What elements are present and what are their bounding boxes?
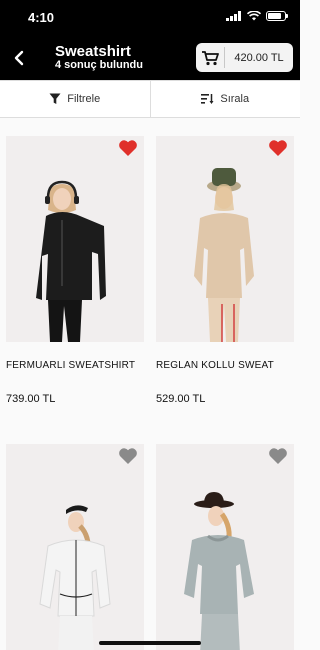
- battery-icon: [266, 11, 288, 21]
- favorite-heart-icon[interactable]: [118, 447, 138, 465]
- sort-button[interactable]: Sırala: [149, 81, 301, 117]
- product-image[interactable]: [6, 444, 144, 650]
- filter-icon: [49, 93, 61, 104]
- filter-label: Filtrele: [67, 93, 101, 105]
- product-image[interactable]: [6, 136, 144, 342]
- home-indicator: [99, 641, 201, 645]
- favorite-heart-icon[interactable]: [268, 139, 288, 157]
- product-card[interactable]: REGLAN KOLLU SWEAT 529.00 TL: [156, 136, 294, 405]
- cart-total: 420.00 TL: [234, 51, 284, 64]
- back-button[interactable]: [8, 47, 30, 69]
- sort-label: Sırala: [220, 93, 250, 105]
- product-image[interactable]: [156, 444, 294, 650]
- favorite-heart-icon[interactable]: [118, 139, 138, 157]
- product-photo: [39, 505, 111, 650]
- status-icons: [226, 11, 288, 21]
- product-price: 529.00 TL: [156, 393, 206, 405]
- app-header: Sweatshirt 4 sonuç bulundu 420.00 TL: [0, 36, 300, 80]
- product-photo: [36, 180, 106, 342]
- result-count: 4 sonuç bulundu: [55, 59, 143, 71]
- sort-icon: [201, 94, 214, 104]
- product-name[interactable]: REGLAN KOLLU SWEAT: [156, 360, 294, 371]
- product-card[interactable]: [156, 444, 294, 650]
- product-name[interactable]: FERMUARLI SWEATSHIRT: [6, 360, 144, 371]
- filter-sort-bar: Filtrele Sırala: [0, 80, 300, 118]
- filter-button[interactable]: Filtrele: [0, 81, 150, 117]
- product-photo: [194, 168, 254, 342]
- product-image[interactable]: [156, 136, 294, 342]
- chevron-left-icon: [14, 50, 24, 66]
- cart-button[interactable]: 420.00 TL: [196, 43, 293, 72]
- product-price: 739.00 TL: [6, 393, 56, 405]
- page-title: Sweatshirt: [55, 43, 131, 60]
- product-card[interactable]: [6, 444, 144, 650]
- status-time: 4:10: [28, 10, 55, 25]
- favorite-heart-icon[interactable]: [268, 447, 288, 465]
- product-card[interactable]: FERMUARLI SWEATSHIRT 739.00 TL: [6, 136, 144, 405]
- signal-icon: [226, 11, 241, 21]
- product-photo: [184, 492, 254, 650]
- wifi-icon: [247, 11, 261, 21]
- status-bar: 4:10: [0, 0, 300, 36]
- cart-icon: [196, 43, 224, 72]
